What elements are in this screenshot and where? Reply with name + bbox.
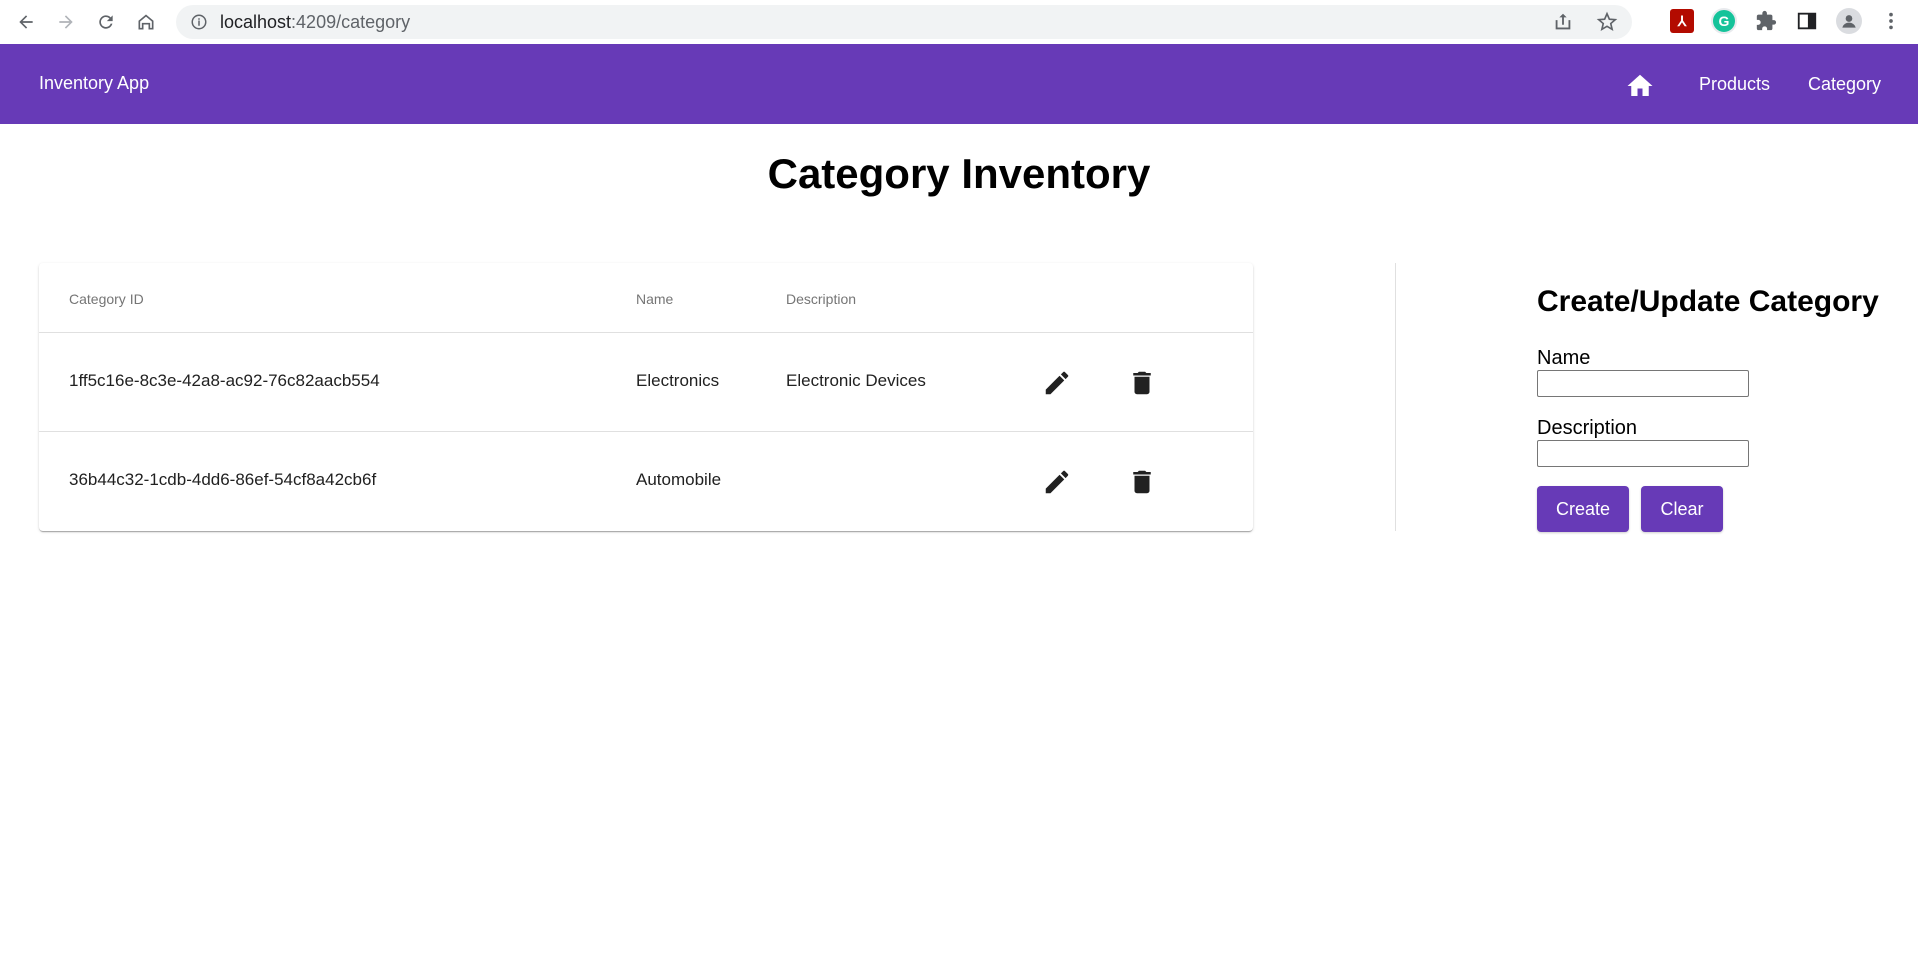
arrow-right-icon (59, 15, 73, 29)
reload-button[interactable] (86, 0, 126, 44)
table-row: 36b44c32-1cdb-4dd6-86ef-54cf8a42cb6f Aut… (39, 432, 1253, 531)
home-outline-icon (138, 14, 154, 30)
profile-avatar-icon[interactable] (1836, 8, 1862, 34)
table-row: 1ff5c16e-8c3e-42a8-ac92-76c82aacb554 Ele… (39, 333, 1253, 432)
home-button[interactable] (126, 0, 166, 44)
back-button[interactable] (6, 0, 46, 44)
nav-link-products[interactable]: Products (1699, 74, 1770, 95)
column-header-description: Description (786, 291, 857, 307)
column-header-name: Name (636, 291, 674, 307)
arrow-left-icon (19, 15, 33, 29)
grammarly-extension-icon[interactable]: G (1711, 8, 1737, 34)
browser-toolbar: localhost:4209/category ⅄ G (0, 0, 1918, 44)
app-title[interactable]: Inventory App (39, 73, 149, 94)
description-input[interactable] (1537, 440, 1749, 467)
description-label: Description (1537, 417, 1638, 439)
nav-link-category[interactable]: Category (1808, 74, 1881, 95)
edit-icon (1045, 371, 1069, 395)
home-icon (1627, 74, 1653, 96)
info-icon[interactable] (190, 13, 208, 31)
page-title: Category Inventory (767, 150, 1151, 197)
delete-button[interactable] (1126, 466, 1158, 498)
category-table: Category ID Name Description 1ff5c16e-8c… (39, 263, 1253, 531)
cell-name: Electronics (636, 371, 720, 390)
extensions-puzzle-icon[interactable] (1754, 9, 1778, 33)
cell-name: Automobile (636, 470, 722, 489)
name-label: Name (1537, 347, 1591, 369)
reload-icon (99, 15, 113, 29)
edit-button[interactable] (1041, 466, 1073, 498)
table-header: Category ID Name Description (39, 263, 1253, 333)
create-button[interactable]: Create (1537, 486, 1629, 532)
delete-icon (1133, 470, 1151, 494)
app-toolbar: Inventory App Products Category (0, 44, 1918, 124)
pdf-extension-icon[interactable]: ⅄ (1670, 9, 1694, 33)
address-bar[interactable]: localhost:4209/category (176, 5, 1632, 39)
edit-icon (1045, 470, 1069, 494)
delete-icon (1133, 371, 1151, 395)
cell-category-id: 36b44c32-1cdb-4dd6-86ef-54cf8a42cb6f (69, 470, 377, 489)
nav-home-button[interactable] (1624, 70, 1656, 102)
kebab-menu-icon[interactable] (1879, 9, 1903, 33)
clear-button[interactable]: Clear (1641, 486, 1723, 532)
star-icon[interactable] (1596, 11, 1618, 33)
share-icon[interactable] (1552, 11, 1574, 33)
category-form: Create/Update Category Name Description … (1537, 285, 1897, 532)
vertical-divider (1395, 263, 1396, 531)
cell-category-id: 1ff5c16e-8c3e-42a8-ac92-76c82aacb554 (69, 371, 380, 390)
column-header-id: Category ID (69, 291, 144, 307)
form-title: Create/Update Category (1537, 285, 1879, 318)
side-panel-icon[interactable] (1795, 9, 1819, 33)
edit-button[interactable] (1041, 367, 1073, 399)
forward-button[interactable] (46, 0, 86, 44)
url-path: :4209/category (291, 11, 411, 32)
url-host: localhost (220, 11, 292, 32)
cell-description: Electronic Devices (786, 371, 926, 390)
delete-button[interactable] (1126, 367, 1158, 399)
extensions-area: ⅄ G (1670, 8, 1903, 34)
name-input[interactable] (1537, 370, 1749, 397)
